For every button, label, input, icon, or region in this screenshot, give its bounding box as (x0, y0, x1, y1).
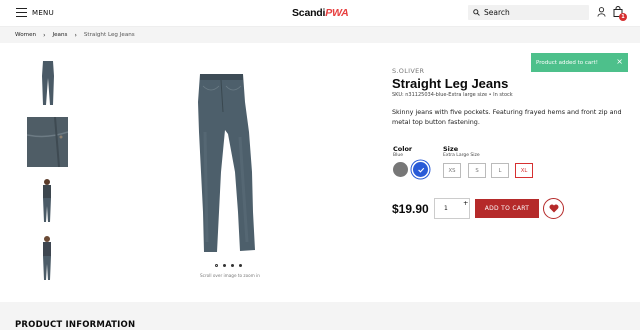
quantity-increase-button[interactable]: + (463, 199, 468, 207)
chevron-right-icon: › (43, 31, 46, 39)
menu-button[interactable]: MENU (16, 8, 54, 17)
jeans-image (198, 74, 255, 252)
size-value: Extra Large Size (443, 153, 480, 158)
product-sku: SKU: n31125034-blue-Extra large size • I… (392, 92, 513, 98)
product-price: $19.90 (392, 202, 429, 216)
size-label: Size (443, 145, 459, 153)
thumbnail-jeans-front[interactable] (29, 58, 67, 108)
chevron-right-icon: › (74, 31, 77, 39)
color-swatch-blue[interactable] (413, 162, 428, 177)
color-swatch-grey[interactable] (393, 162, 408, 177)
size-option-l[interactable]: L (491, 163, 509, 178)
breadcrumb-item-current: Straight Leg Jeans (83, 32, 135, 38)
checkmark-icon (417, 167, 424, 173)
cart-count-badge: 1 (619, 13, 627, 21)
product-brand: S.OLIVER (392, 67, 425, 75)
size-option-s[interactable]: S (468, 163, 486, 178)
gallery-pagination (215, 264, 242, 267)
gallery-dot[interactable] (231, 264, 234, 267)
size-option-xs[interactable]: XS (443, 163, 461, 178)
account-icon[interactable] (597, 7, 606, 17)
gallery-dot[interactable] (239, 264, 242, 267)
thumbnail-model-front[interactable] (33, 234, 61, 284)
size-option-xl[interactable]: XL (515, 163, 533, 178)
breadcrumb: Women › Jeans › Straight Leg Jeans (0, 27, 640, 43)
thumbnail-model-back[interactable] (33, 176, 61, 226)
zoom-hint: Scroll over image to zoom in (200, 273, 260, 278)
denim-fabric-image (26, 116, 69, 168)
breadcrumb-item-women[interactable]: Women (15, 32, 36, 38)
wishlist-button[interactable] (543, 198, 564, 219)
heart-icon (549, 204, 558, 213)
color-value: Blue (393, 153, 403, 158)
logo[interactable]: ScandiPWA (292, 7, 349, 19)
model-front-image (43, 236, 51, 280)
jeans-thumbnail-image (42, 61, 54, 105)
menu-label: MENU (32, 8, 55, 17)
notification-message: Product added to cart! (536, 59, 598, 66)
hamburger-icon (16, 8, 27, 17)
color-label: Color (393, 145, 413, 153)
add-to-cart-button[interactable]: ADD TO CART (475, 199, 539, 218)
product-information-heading: PRODUCT INFORMATION (15, 320, 136, 330)
gallery-dot[interactable] (215, 264, 218, 267)
thumbnail-denim-fabric[interactable] (26, 116, 69, 168)
quantity-value: 1 (444, 205, 448, 212)
search-icon (473, 9, 480, 16)
logo-accent: PWA (325, 7, 349, 19)
main-product-image[interactable] (195, 72, 265, 261)
logo-main: Scandi (292, 7, 326, 19)
added-to-cart-notification: Product added to cart! × (531, 53, 628, 72)
model-back-image (43, 179, 51, 222)
search-input[interactable]: Search (468, 5, 589, 20)
gallery-dot[interactable] (223, 264, 226, 267)
close-icon[interactable]: × (616, 57, 623, 66)
product-title: Straight Leg Jeans (392, 76, 509, 91)
product-description: Skinny jeans with five pockets. Featurin… (392, 108, 622, 126)
header: MENU ScandiPWA Search 1 (0, 0, 640, 27)
search-placeholder: Search (484, 8, 510, 17)
breadcrumb-item-jeans[interactable]: Jeans (52, 32, 67, 38)
